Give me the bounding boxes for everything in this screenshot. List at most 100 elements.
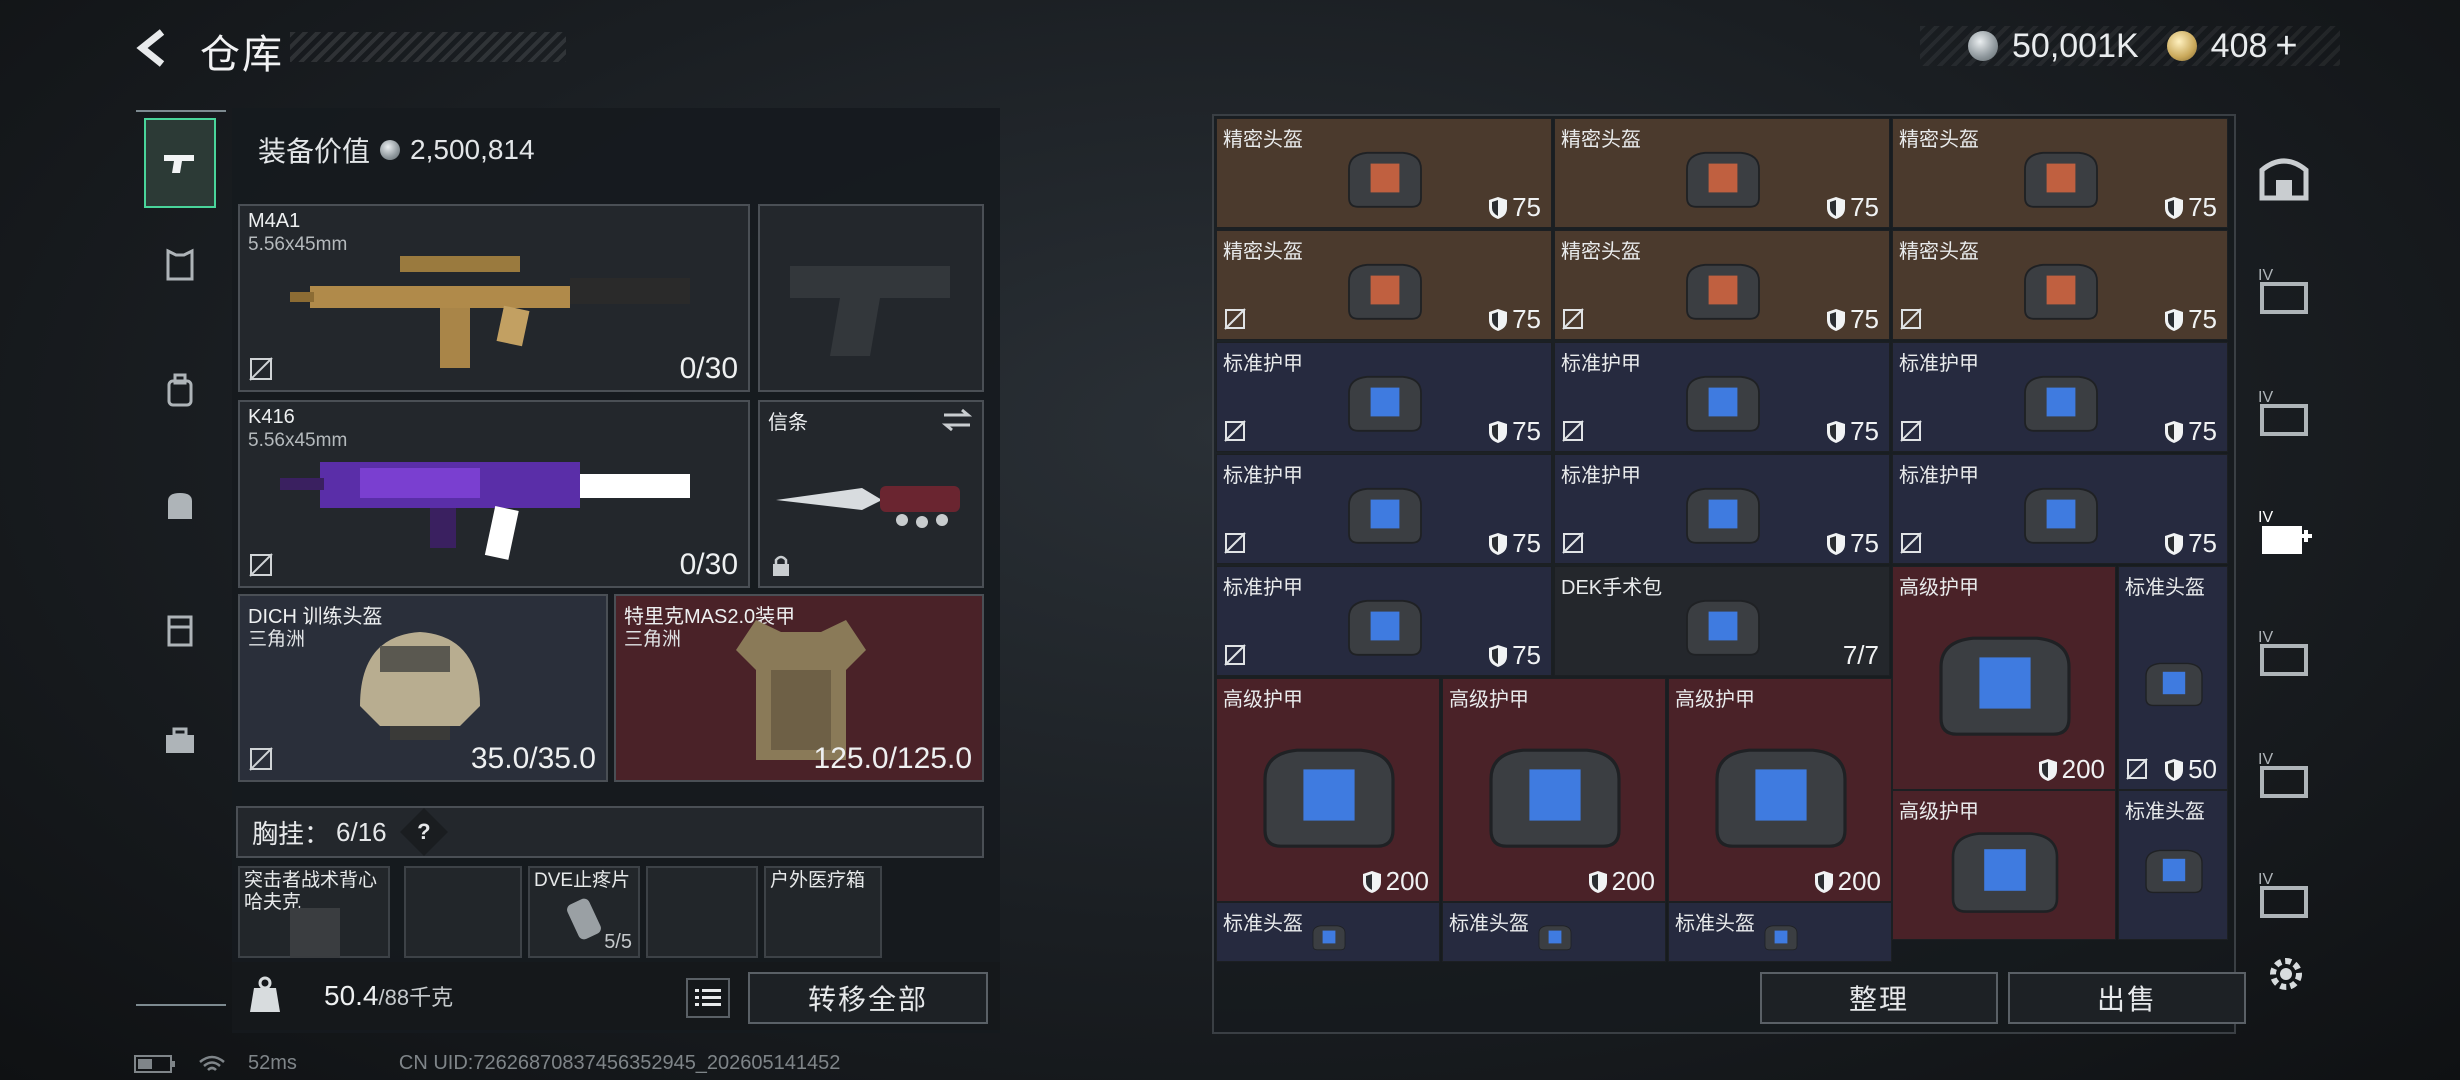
equipment-bag-icon <box>1686 263 1760 320</box>
helmet-slot[interactable]: DICH 训练头盔 三角洲 35.0/35.0 <box>238 594 608 782</box>
shield-icon <box>2038 758 2057 781</box>
list-view-button[interactable] <box>686 978 730 1018</box>
stash-item[interactable]: 标准头盔 <box>1668 902 1892 962</box>
equipment-bag-icon <box>1939 636 2071 736</box>
equipment-bag-icon <box>1764 925 1798 951</box>
chest-slot-empty[interactable] <box>404 866 522 958</box>
equipment-bag-icon <box>2024 151 2098 208</box>
stash-item[interactable]: 标准头盔 <box>2118 790 2228 940</box>
sort-button[interactable]: 整理 <box>1760 972 1998 1024</box>
stash-item[interactable]: 标准头盔 <box>1216 902 1440 962</box>
item-value: 75 <box>1488 640 1541 671</box>
folder-iv-icon: IV <box>2258 629 2308 676</box>
stash-item[interactable]: 标准护甲 75 <box>1892 342 2228 452</box>
nav-weapons[interactable] <box>144 118 216 208</box>
pistol-slot[interactable] <box>758 204 984 392</box>
nav-stash-tab-active[interactable]: IV <box>2256 506 2312 562</box>
item-name: 标准头盔 <box>1675 913 1755 935</box>
primary-weapon-slot[interactable]: M4A1 5.56x45mm 0/30 <box>238 204 750 392</box>
shield-icon <box>1489 532 1508 555</box>
nav-stash-tab[interactable]: IV <box>2256 626 2312 682</box>
m4a1-rifle-icon <box>290 256 690 368</box>
stash-item[interactable]: 精密头盔 75 <box>1554 230 1890 340</box>
no-insurance-icon <box>2126 758 2148 780</box>
nav-stash-tab[interactable] <box>2256 150 2312 206</box>
bag-icon <box>168 493 192 519</box>
item-value: 75 <box>2164 528 2217 559</box>
secondary-weapon-slot[interactable]: K416 5.56x45mm 0/30 <box>238 400 750 588</box>
item-value-text: 7/7 <box>1842 640 1879 670</box>
item-value-text: 75 <box>2188 416 2217 446</box>
stash-item[interactable]: 标准护甲 75 <box>1216 566 1552 676</box>
nav-stash-tab[interactable]: IV <box>2256 868 2312 924</box>
armor-slot[interactable]: 特里克MAS2.0装甲 三角洲 125.0/125.0 <box>614 594 984 782</box>
transfer-all-button[interactable]: 转移全部 <box>748 972 988 1024</box>
swap-icon[interactable] <box>940 408 974 432</box>
folder-iv-icon: IV <box>2258 871 2308 918</box>
shield-icon <box>1489 420 1508 443</box>
chest-slot-empty[interactable] <box>646 866 758 958</box>
shield-icon <box>1362 870 1381 893</box>
stash-item[interactable]: 标准护甲 75 <box>1554 454 1890 564</box>
armor-faction: 三角洲 <box>624 629 682 650</box>
stash-item[interactable]: 精密头盔 75 <box>1554 118 1890 228</box>
nav-stash-tab[interactable]: IV <box>2256 748 2312 804</box>
sell-button[interactable]: 出售 <box>2008 972 2246 1024</box>
helmet-faction: 三角洲 <box>248 629 306 650</box>
chest-item-count: 5/5 <box>604 931 632 953</box>
currency-bar: 50,001K 408 + <box>1920 25 2340 68</box>
item-name: 标准护甲 <box>1899 465 1979 487</box>
chest-slot-item[interactable]: 户外医疗箱 <box>764 866 882 958</box>
stash-item[interactable]: 标准护甲 75 <box>1892 454 2228 564</box>
stash-item[interactable]: 精密头盔 75 <box>1892 230 2228 340</box>
item-value-text: 75 <box>1850 304 1879 334</box>
shield-icon <box>1489 308 1508 331</box>
item-value: 75 <box>1488 192 1541 223</box>
shield-icon <box>1827 308 1846 331</box>
equipment-bag-icon <box>1348 487 1422 544</box>
add-currency-button[interactable]: + <box>2275 25 2297 68</box>
stash-item[interactable]: 标准头盔 50 <box>2118 566 2228 790</box>
stash-item[interactable]: 标准护甲 75 <box>1216 454 1552 564</box>
stash-item[interactable]: 精密头盔 75 <box>1216 230 1552 340</box>
stash-item[interactable]: 高级护甲 200 <box>1216 678 1440 902</box>
nav-stash-tab[interactable]: IV <box>2256 264 2312 320</box>
item-value-text: 75 <box>2188 528 2217 558</box>
nav-backpack-small[interactable] <box>144 346 216 436</box>
item-value-text: 50 <box>2188 754 2217 784</box>
shield-icon <box>1827 196 1846 219</box>
chest-slot-item[interactable]: 突击者战术背心 哈夫克 <box>238 866 390 958</box>
stash-item[interactable]: 标准头盔 <box>1442 902 1666 962</box>
equipment-bag-icon <box>2024 263 2098 320</box>
chest-slot-item[interactable]: DVE止疼片 5/5 <box>528 866 640 958</box>
stash-item[interactable]: 高级护甲 200 <box>1892 566 2116 790</box>
status-footer: 52ms CN UID:72626870837456352945_2026051… <box>134 1052 840 1075</box>
item-name: 高级护甲 <box>1899 801 1979 823</box>
nav-toolbox[interactable] <box>144 696 216 786</box>
case-icon <box>167 615 193 647</box>
no-insurance-icon <box>249 747 273 771</box>
nav-stash-tab[interactable]: IV <box>2256 386 2312 442</box>
stash-item[interactable]: 标准护甲 75 <box>1216 342 1552 452</box>
gear-icon[interactable] <box>2264 952 2308 996</box>
stash-item[interactable]: 高级护甲 200 <box>1442 678 1666 902</box>
shield-icon <box>1489 196 1508 219</box>
nav-backpack[interactable] <box>144 460 216 550</box>
melee-slot[interactable]: 信条 <box>758 400 984 588</box>
equip-value-label: 装备价值 <box>258 136 371 167</box>
item-value: 200 <box>1814 866 1881 897</box>
nav-case[interactable] <box>144 586 216 676</box>
help-icon[interactable]: ? <box>399 807 448 857</box>
medical-iv-icon: IV <box>2258 509 2312 554</box>
nav-vest[interactable] <box>144 220 216 310</box>
stash-item[interactable]: 高级护甲 <box>1892 790 2116 940</box>
item-value: 75 <box>1488 528 1541 559</box>
page-title: 仓库 <box>200 33 284 77</box>
back-arrow-icon[interactable] <box>132 26 176 70</box>
stash-item[interactable]: 高级护甲 200 <box>1668 678 1892 902</box>
stash-item[interactable]: 精密头盔 75 <box>1216 118 1552 228</box>
stash-item[interactable]: 标准护甲 75 <box>1554 342 1890 452</box>
stash-item[interactable]: DEK手术包 7/7 <box>1554 566 1890 676</box>
stash-item[interactable]: 精密头盔 75 <box>1892 118 2228 228</box>
svg-text:IV: IV <box>2258 509 2273 526</box>
